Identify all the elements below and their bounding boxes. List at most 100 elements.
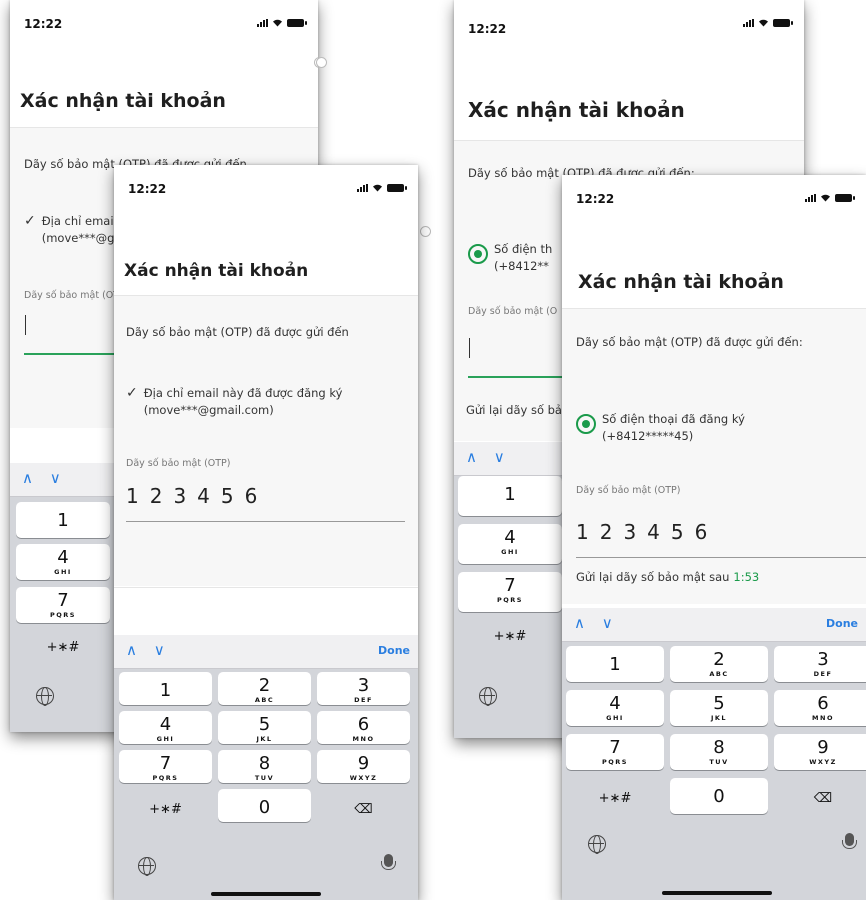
key-letters: WXYZ [349,774,378,782]
key-letters: DEF [354,696,373,704]
wifi-icon [821,194,830,202]
key-digit: 4 [159,714,172,735]
key-4[interactable]: 4 GHI [119,711,212,744]
key-digit: 1 [609,654,621,675]
otp-input[interactable] [24,305,124,355]
status-bar: 12:22 [10,0,318,40]
backspace-key[interactable]: ⌫ [774,778,866,814]
key-symbols[interactable]: +∗# [119,789,212,822]
resend-label: Gửi lại dãy số bảo mật sau [576,570,730,584]
key-4[interactable]: 4 GHI [16,544,110,580]
key-4[interactable]: 4 GHI [458,524,562,564]
key-0[interactable]: 0 [670,778,768,814]
key-digit: 2 [713,649,725,670]
done-button[interactable]: Done [378,644,410,657]
key-3[interactable]: 3 DEF [317,672,410,705]
key-7[interactable]: 7 PQRS [119,750,212,783]
key-8[interactable]: 8 TUV [670,734,768,770]
otp-input[interactable]: 123456 [126,478,405,522]
prev-next-arrows[interactable]: ∧ ∨ [574,614,619,632]
key-digit: 7 [159,753,172,774]
key-7[interactable]: 7 PQRS [458,572,562,612]
key-digit: 4 [504,527,516,548]
backspace-key[interactable]: ⌫ [317,789,410,822]
key-1[interactable]: 1 [16,502,110,538]
key-9[interactable]: 9 WXYZ [317,750,410,783]
battery-icon [287,18,307,27]
radio-selected-icon[interactable] [468,244,488,264]
otp-label: Dãy số bảo mật (OTP) [126,458,231,469]
key-1[interactable]: 1 [458,476,562,516]
key-letters: TUV [254,774,275,782]
key-6[interactable]: 6 MNO [774,690,866,726]
prev-next-arrows[interactable]: ∧ ∨ [466,448,511,466]
key-letters: DEF [813,670,833,678]
key-letters: PQRS [152,774,179,782]
key-9[interactable]: 9 WXYZ [774,734,866,770]
key-1[interactable]: 1 [119,672,212,705]
signal-icon [357,183,368,192]
key-digit: 1 [57,510,69,531]
signal-icon [257,18,268,27]
backspace-icon: ⌫ [813,791,833,806]
globe-icon[interactable] [36,687,54,706]
key-3[interactable]: 3 DEF [774,646,866,682]
resend-text: Gửi lại dãy số bả [466,403,562,417]
globe-icon[interactable] [479,687,497,706]
prev-next-arrows[interactable]: ∧ ∨ [22,469,67,487]
microphone-icon[interactable] [381,854,396,870]
microphone-icon[interactable] [842,833,857,849]
email-line-1: Địa chỉ email [41,214,117,228]
key-digit: 8 [713,737,725,758]
key-2[interactable]: 2 ABC [218,672,311,705]
page-title: Xác nhận tài khoản [20,90,226,112]
key-symbols[interactable]: +∗# [16,627,110,663]
key-symbols[interactable]: +∗# [566,778,664,814]
otp-input[interactable] [468,328,568,378]
check-icon: ✓ [24,213,36,229]
page-title: Xác nhận tài khoản [578,271,784,293]
phone-screen-phone-front: 12:22 Xác nhận tài khoản Dãy số bảo mật … [562,175,866,900]
otp-label: Dãy số bảo mật (O [468,306,558,317]
key-5[interactable]: 5 JKL [670,690,768,726]
otp-input[interactable]: 123456 [576,520,866,558]
status-time: 12:22 [468,22,507,36]
key-2[interactable]: 2 ABC [670,646,768,682]
page-title: Xác nhận tài khoản [468,98,685,122]
key-digit: 3 [357,675,370,696]
signal-icon [805,193,816,202]
key-digit: 3 [817,649,829,670]
key-digit: 6 [357,714,370,735]
key-6[interactable]: 6 MNO [317,711,410,744]
prev-next-arrows[interactable]: ∧ ∨ [126,641,171,659]
globe-icon[interactable] [138,857,156,876]
key-symbols-label: +∗# [46,640,80,655]
key-symbols[interactable]: +∗# [458,616,562,656]
key-letters: JKL [256,735,273,743]
key-7[interactable]: 7 PQRS [566,734,664,770]
content-section [114,296,418,586]
phone-radio-row: Số điện thoại đã đăng ký (+8412*****45) [576,411,745,445]
key-7[interactable]: 7 PQRS [16,587,110,623]
done-button[interactable]: Done [826,617,858,630]
key-digit: 9 [817,737,829,758]
key-digit: 8 [258,753,271,774]
radio-selected-icon[interactable] [576,414,596,434]
otp-digits: 123456 [576,520,719,544]
key-1[interactable]: 1 [566,646,664,682]
globe-icon[interactable] [588,835,606,854]
key-0[interactable]: 0 [218,789,311,822]
key-letters: GHI [606,714,624,722]
phone-line-2: (+8412** [494,259,549,273]
key-4[interactable]: 4 GHI [566,690,664,726]
status-bar: 12:22 [454,0,804,40]
key-letters: MNO [812,714,834,722]
phone-line-1: Số điện th [494,242,553,256]
key-digit: 1 [504,484,516,505]
key-5[interactable]: 5 JKL [218,711,311,744]
camera-ring-a [316,57,327,68]
key-digit: 7 [504,575,516,596]
email-line-2: (move***@g [41,231,115,245]
key-8[interactable]: 8 TUV [218,750,311,783]
page-title: Xác nhận tài khoản [124,261,309,281]
